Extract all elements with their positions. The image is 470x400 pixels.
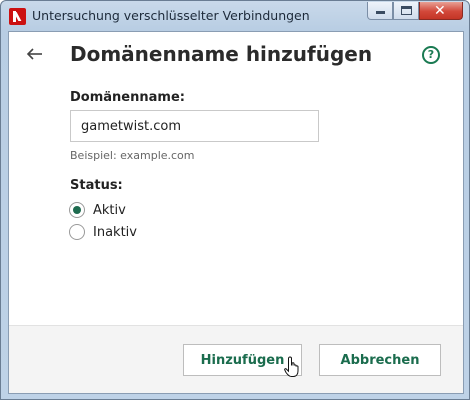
cancel-button[interactable]: Abbrechen bbox=[319, 344, 441, 376]
status-option-active[interactable]: Aktiv bbox=[69, 202, 126, 218]
maximize-icon bbox=[401, 6, 412, 15]
status-label: Status: bbox=[70, 178, 123, 193]
radio-inactive[interactable] bbox=[69, 224, 85, 240]
maximize-button[interactable] bbox=[393, 2, 419, 20]
help-icon[interactable]: ? bbox=[422, 46, 440, 64]
radio-inactive-label: Inaktiv bbox=[93, 224, 137, 240]
dialog-content: Domänenname hinzufügen ? Domänenname: Be… bbox=[8, 31, 464, 394]
window-title: Untersuchung verschlüsselter Verbindunge… bbox=[32, 8, 310, 23]
status-option-inactive[interactable]: Inaktiv bbox=[69, 224, 137, 240]
kaspersky-app-icon bbox=[9, 8, 26, 25]
minimize-button[interactable] bbox=[367, 2, 393, 20]
domain-input[interactable] bbox=[70, 110, 319, 142]
radio-active-label: Aktiv bbox=[93, 202, 126, 218]
close-button[interactable]: ✕ bbox=[419, 2, 463, 20]
title-bar[interactable]: Untersuchung verschlüsselter Verbindunge… bbox=[1, 1, 469, 31]
close-icon: ✕ bbox=[434, 3, 446, 19]
window-controls: ✕ bbox=[367, 2, 463, 20]
window-frame: Untersuchung verschlüsselter Verbindunge… bbox=[0, 0, 470, 400]
hand-cursor-icon bbox=[284, 356, 299, 377]
page-title: Domänenname hinzufügen bbox=[70, 42, 373, 66]
domain-hint: Beispiel: example.com bbox=[70, 149, 195, 162]
domain-label: Domänenname: bbox=[70, 90, 185, 105]
radio-active[interactable] bbox=[69, 202, 85, 218]
back-arrow-icon[interactable] bbox=[25, 44, 45, 64]
button-bar: Hinzufügen Abbrechen bbox=[9, 325, 463, 393]
minimize-icon bbox=[376, 11, 385, 14]
